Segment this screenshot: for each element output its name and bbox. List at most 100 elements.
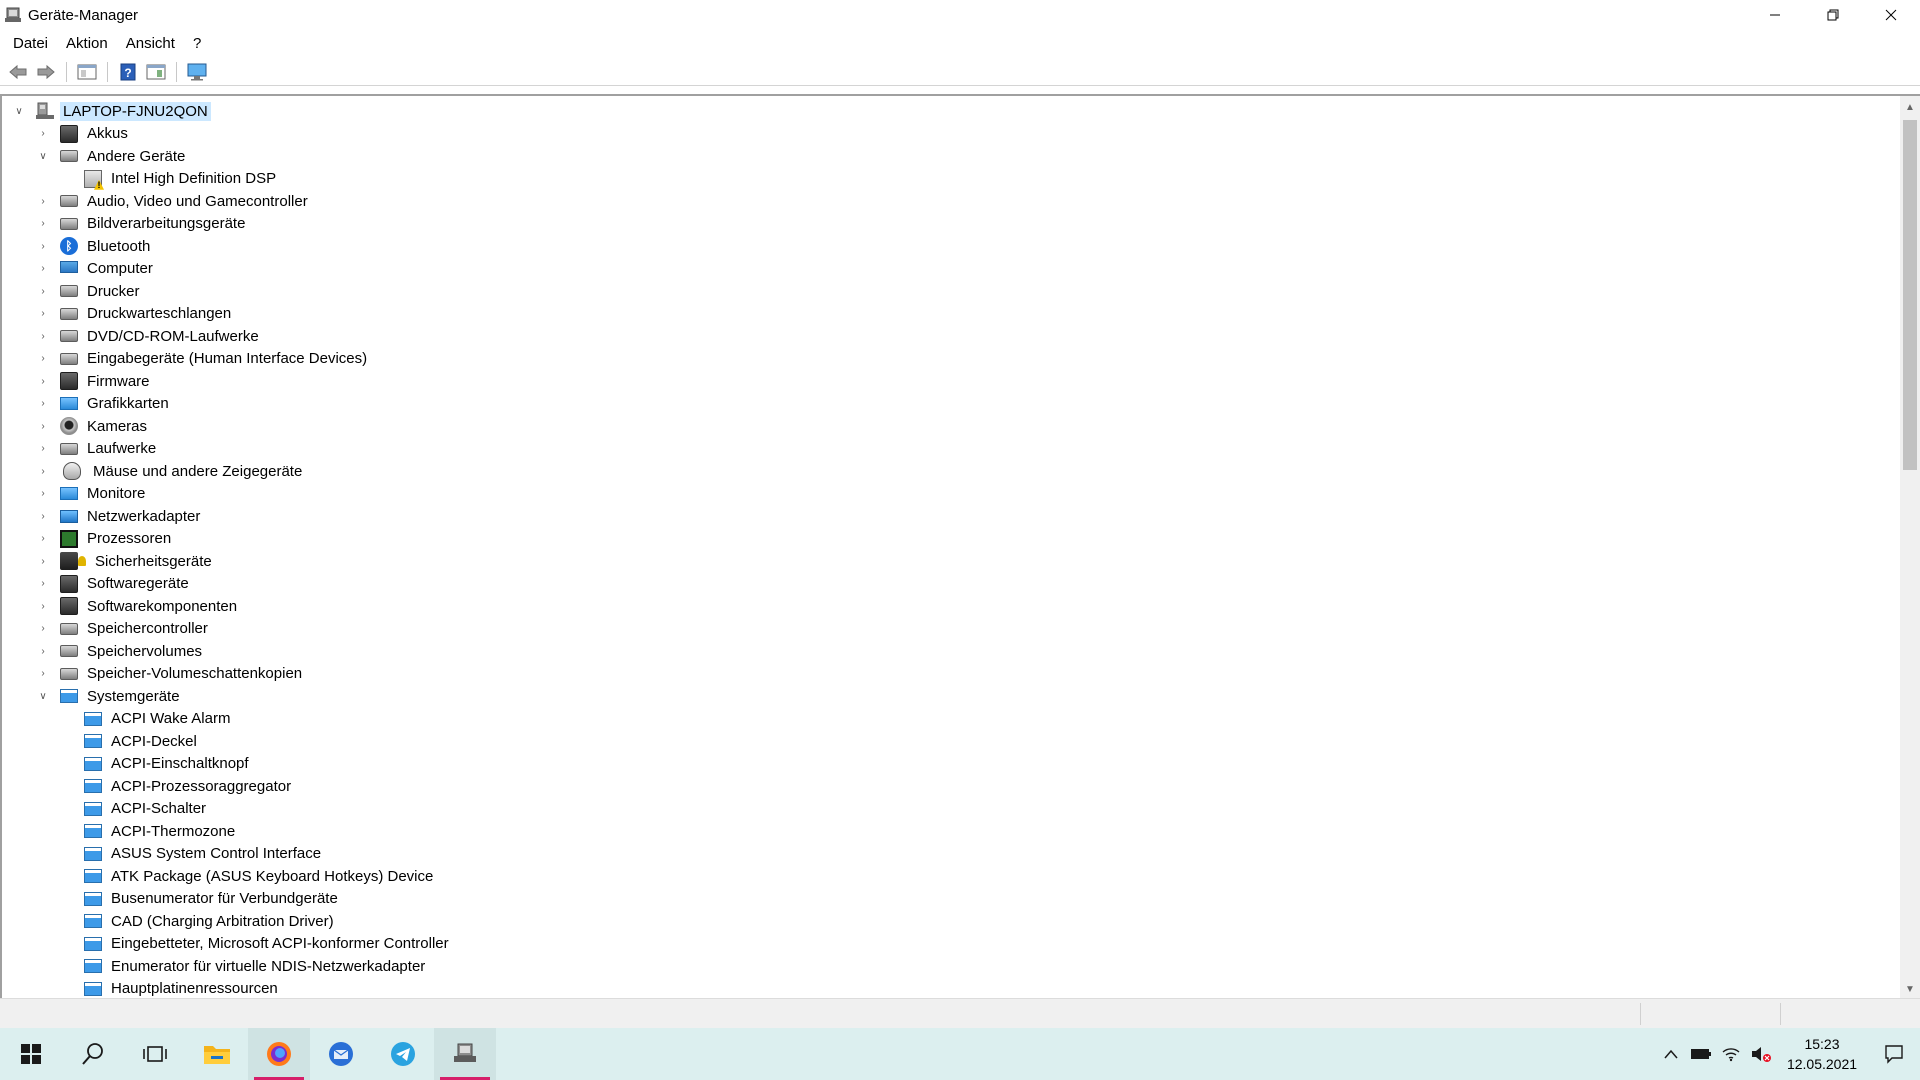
thunderbird-button[interactable] [310,1028,372,1080]
tree-child-item[interactable]: Eingebetteter, Microsoft ACPI-konformer … [12,933,452,956]
chevron-right-icon[interactable]: › [36,262,50,276]
tray-overflow-button[interactable] [1656,1028,1686,1080]
chevron-down-icon[interactable]: ∨ [36,149,50,163]
tree-category-item[interactable]: › ᛒ Bluetooth [12,235,452,258]
taskbar-clock[interactable]: 15:23 12.05.2021 [1776,1034,1868,1074]
chevron-right-icon[interactable]: › [36,307,50,321]
tree-category-item[interactable]: › Speichervolumes [12,640,452,663]
tree-category-item[interactable]: › Druckwarteschlangen [12,303,452,326]
chevron-right-icon[interactable]: › [36,217,50,231]
volume-muted-icon [1752,1047,1771,1062]
forward-button[interactable] [34,61,58,83]
tree-child-item[interactable]: ACPI-Einschaltknopf [12,753,452,776]
tree-category-item[interactable]: › Speicher-Volumeschattenkopien [12,663,452,686]
chevron-right-icon[interactable]: › [36,577,50,591]
chevron-right-icon[interactable]: › [36,667,50,681]
chevron-right-icon[interactable]: › [36,554,50,568]
scan-hardware-button[interactable] [185,61,209,83]
tree-child-item[interactable]: ACPI-Thermozone [12,820,452,843]
tree-category-item[interactable]: › Eingabegeräte (Human Interface Devices) [12,348,452,371]
volume-tray-button[interactable] [1746,1028,1776,1080]
tree-child-item[interactable]: ACPI-Deckel [12,730,452,753]
chevron-right-icon[interactable]: › [36,194,50,208]
chevron-right-icon[interactable]: › [36,397,50,411]
help-button[interactable]: ? [116,61,140,83]
tree-category-item[interactable]: › Softwaregeräte [12,573,452,596]
vertical-scrollbar[interactable]: ▲ ▼ [1900,96,1920,998]
tree-child-item[interactable]: Enumerator für virtuelle NDIS-Netzwerkad… [12,955,452,978]
tree-category-item[interactable]: › Firmware [12,370,452,393]
menu-aktion[interactable]: Aktion [57,35,117,52]
tree-category-item[interactable]: › Sicherheitsgeräte [12,550,452,573]
chevron-right-icon[interactable]: › [36,127,50,141]
scrollbar-thumb[interactable] [1903,120,1917,470]
start-button[interactable] [0,1028,62,1080]
tree-category-item[interactable]: ∨ Andere Geräte [12,145,452,168]
firefox-button[interactable] [248,1028,310,1080]
chevron-right-icon[interactable]: › [36,644,50,658]
tree-category-item[interactable]: › Bildverarbeitungsgeräte [12,213,452,236]
tree-category-item[interactable]: › Monitore [12,483,452,506]
tree-category-item[interactable]: › Kameras [12,415,452,438]
chevron-right-icon[interactable]: › [36,599,50,613]
tree-child-item[interactable]: ASUS System Control Interface [12,843,452,866]
scroll-down-icon[interactable]: ▼ [1900,980,1920,998]
scroll-up-icon[interactable]: ▲ [1900,98,1920,116]
chevron-right-icon[interactable]: › [36,239,50,253]
tree-category-item[interactable]: › Mäuse und andere Zeigegeräte [12,460,452,483]
file-explorer-button[interactable] [186,1028,248,1080]
tree-child-item[interactable]: ACPI Wake Alarm [12,708,452,731]
tree-category-item[interactable]: › Akkus [12,123,452,146]
tree-category-item[interactable]: › Laufwerke [12,438,452,461]
battery-tray-button[interactable] [1686,1028,1716,1080]
chevron-right-icon[interactable]: › [36,442,50,456]
tree-category-item[interactable]: › Prozessoren [12,528,452,551]
tree-category-item[interactable]: › Speichercontroller [12,618,452,641]
show-hidden-button[interactable] [144,61,168,83]
chevron-right-icon[interactable]: › [36,509,50,523]
telegram-button[interactable] [372,1028,434,1080]
tree-child-item[interactable]: Intel High Definition DSP [12,168,452,191]
tree-category-item[interactable]: ∨ Systemgeräte [12,685,452,708]
chevron-down-icon[interactable]: ∨ [12,104,26,118]
tree-root[interactable]: ∨ LAPTOP-FJNU2QON [12,100,452,123]
tree-category-item[interactable]: › DVD/CD-ROM-Laufwerke [12,325,452,348]
menu-ansicht[interactable]: Ansicht [117,35,184,52]
restore-button[interactable] [1804,0,1862,30]
chevron-right-icon[interactable]: › [36,532,50,546]
minimize-button[interactable] [1746,0,1804,30]
tree-category-item[interactable]: › Netzwerkadapter [12,505,452,528]
close-button[interactable] [1862,0,1920,30]
computer-icon [60,260,78,273]
wifi-tray-button[interactable] [1716,1028,1746,1080]
tree-category-item[interactable]: › Audio, Video und Gamecontroller [12,190,452,213]
tree-category-item[interactable]: › Grafikkarten [12,393,452,416]
chevron-right-icon[interactable]: › [36,622,50,636]
tree-child-item[interactable]: Hauptplatinenressourcen [12,978,452,999]
chevron-down-icon[interactable]: ∨ [36,689,50,703]
search-button[interactable] [62,1028,124,1080]
tree-child-item[interactable]: Busenumerator für Verbundgeräte [12,888,452,911]
chevron-right-icon[interactable]: › [36,464,50,478]
device-manager-taskbar-button[interactable] [434,1028,496,1080]
chevron-right-icon[interactable]: › [36,374,50,388]
tree-category-item[interactable]: › Computer [12,258,452,281]
task-view-button[interactable] [124,1028,186,1080]
menu-help[interactable]: ? [184,35,210,52]
menu-datei[interactable]: Datei [4,35,57,52]
back-button[interactable] [6,61,30,83]
tree-category-item[interactable]: › Drucker [12,280,452,303]
properties-button[interactable] [75,61,99,83]
tree-category-item[interactable]: › Softwarekomponenten [12,595,452,618]
notification-button[interactable] [1868,1028,1920,1080]
tree-item-label: Prozessoren [87,530,172,548]
chevron-right-icon[interactable]: › [36,329,50,343]
tree-child-item[interactable]: ACPI-Prozessoraggregator [12,775,452,798]
chevron-right-icon[interactable]: › [36,284,50,298]
tree-child-item[interactable]: ATK Package (ASUS Keyboard Hotkeys) Devi… [12,865,452,888]
tree-child-item[interactable]: ACPI-Schalter [12,798,452,821]
chevron-right-icon[interactable]: › [36,352,50,366]
tree-child-item[interactable]: CAD (Charging Arbitration Driver) [12,910,452,933]
chevron-right-icon[interactable]: › [36,487,50,501]
chevron-right-icon[interactable]: › [36,419,50,433]
